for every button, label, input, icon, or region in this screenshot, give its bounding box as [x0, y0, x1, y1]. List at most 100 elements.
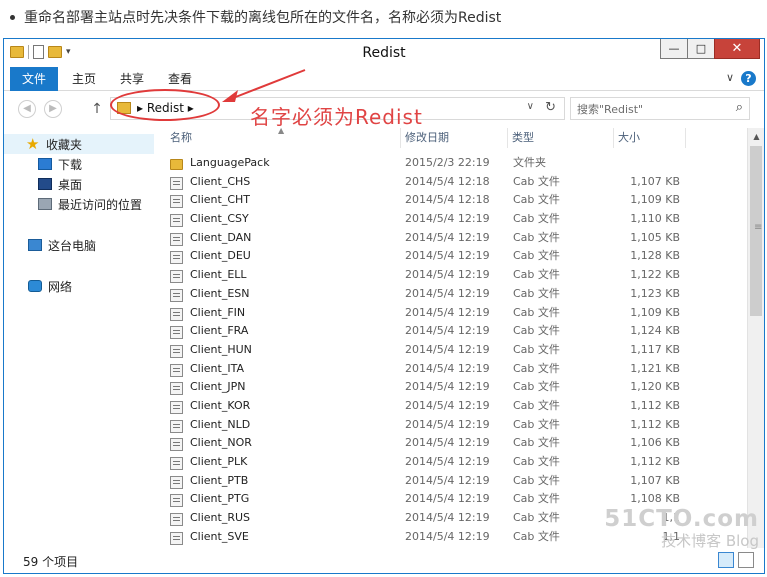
- table-row[interactable]: Client_CHS 2014/5/4 12:18 Cab 文件 1,107 KB: [154, 173, 744, 192]
- search-box[interactable]: ⌕: [570, 97, 750, 120]
- nav-favorites[interactable]: ★ 收藏夹: [4, 134, 154, 154]
- file-date: 2014/5/4 12:19: [405, 249, 490, 263]
- file-name: Client_HUN: [190, 342, 252, 356]
- help-icon[interactable]: ?: [741, 71, 756, 86]
- back-icon[interactable]: ◀: [18, 100, 36, 118]
- file-date: 2014/5/4 12:19: [405, 305, 490, 319]
- file-type: Cab 文件: [513, 174, 560, 188]
- nav-label: 网络: [48, 279, 73, 294]
- file-size: 1,105 KB: [630, 230, 680, 244]
- tab-share[interactable]: 共享: [108, 67, 156, 91]
- file-size: 1,120 KB: [630, 380, 680, 394]
- table-row[interactable]: Client_SVE 2014/5/4 12:19 Cab 文件 1,1: [154, 528, 744, 547]
- vertical-scrollbar[interactable]: ▲ ≡: [747, 128, 764, 548]
- scroll-up-icon[interactable]: ▲: [748, 128, 764, 145]
- tab-view[interactable]: 查看: [156, 67, 204, 91]
- cab-file-icon: [170, 457, 183, 470]
- star-icon: ★: [26, 134, 40, 153]
- table-row[interactable]: Client_RUS 2014/5/4 12:19 Cab 文件 1,1: [154, 509, 744, 528]
- desktop-icon: [38, 178, 52, 190]
- table-row[interactable]: Client_JPN 2014/5/4 12:19 Cab 文件 1,120 KB: [154, 378, 744, 397]
- table-row[interactable]: Client_PLK 2014/5/4 12:19 Cab 文件 1,112 KB: [154, 453, 744, 472]
- column-size[interactable]: 大小: [614, 128, 686, 148]
- column-type[interactable]: 类型: [508, 128, 614, 148]
- file-date: 2014/5/4 12:19: [405, 398, 490, 412]
- history-dropdown-icon[interactable]: ∨: [527, 101, 534, 112]
- file-date: 2014/5/4 12:19: [405, 492, 490, 506]
- file-type: Cab 文件: [513, 212, 560, 226]
- file-name: Client_FRA: [190, 324, 249, 338]
- nav-this-pc[interactable]: 这台电脑: [4, 235, 154, 255]
- file-date: 2014/5/4 12:19: [405, 342, 490, 356]
- table-row[interactable]: Client_PTB 2014/5/4 12:19 Cab 文件 1,107 KB: [154, 472, 744, 491]
- cab-file-icon: [170, 214, 183, 228]
- nav-downloads[interactable]: 下载: [4, 154, 154, 174]
- nav-network[interactable]: 网络: [4, 276, 154, 296]
- maximize-button[interactable]: □: [687, 39, 715, 59]
- cab-file-icon: [170, 251, 183, 265]
- cab-file-icon: [170, 344, 183, 358]
- file-name: Client_RUS: [190, 511, 251, 525]
- cab-file-icon: [170, 270, 183, 284]
- nav-recent[interactable]: 最近访问的位置: [4, 194, 154, 214]
- window-controls: — □ ✕: [660, 39, 760, 59]
- cab-file-icon: [170, 363, 183, 377]
- nav-label: 最近访问的位置: [58, 197, 143, 212]
- file-type: Cab 文件: [513, 511, 560, 525]
- table-row[interactable]: Client_DAN 2014/5/4 12:19 Cab 文件 1,105 KB: [154, 229, 744, 248]
- cab-file-icon: [170, 326, 183, 340]
- grip-icon: ≡: [754, 222, 763, 233]
- file-type: 文件夹: [513, 156, 546, 169]
- file-date: 2014/5/4 12:19: [405, 286, 490, 300]
- table-row[interactable]: Client_HUN 2014/5/4 12:19 Cab 文件 1,117 KB: [154, 341, 744, 360]
- search-icon[interactable]: ⌕: [736, 100, 743, 115]
- table-row[interactable]: Client_CSY 2014/5/4 12:19 Cab 文件 1,110 KB: [154, 210, 744, 229]
- minimize-button[interactable]: —: [660, 39, 688, 59]
- item-count: 59 个项目: [23, 555, 79, 569]
- file-type: Cab 文件: [513, 529, 560, 543]
- file-name: Client_CHT: [190, 193, 251, 207]
- table-row[interactable]: Client_CHT 2014/5/4 12:18 Cab 文件 1,109 KB: [154, 191, 744, 210]
- forward-icon[interactable]: ▶: [44, 100, 62, 118]
- large-icons-view-icon[interactable]: [738, 552, 754, 568]
- search-input[interactable]: [577, 99, 727, 119]
- file-name: Client_CHS: [190, 174, 251, 188]
- table-row[interactable]: Client_ESN 2014/5/4 12:19 Cab 文件 1,123 KB: [154, 285, 744, 304]
- file-type: Cab 文件: [513, 436, 560, 450]
- details-view-icon[interactable]: [718, 552, 734, 568]
- table-row[interactable]: LanguagePack 2015/2/3 22:19 文件夹: [154, 154, 744, 173]
- table-row[interactable]: Client_PTG 2014/5/4 12:19 Cab 文件 1,108 KB: [154, 490, 744, 509]
- table-row[interactable]: Client_ITA 2014/5/4 12:19 Cab 文件 1,121 KB: [154, 360, 744, 379]
- table-row[interactable]: Client_KOR 2014/5/4 12:19 Cab 文件 1,112 KB: [154, 397, 744, 416]
- nav-desktop[interactable]: 桌面: [4, 174, 154, 194]
- file-date: 2015/2/3 22:19: [405, 156, 490, 169]
- file-size: 1,110 KB: [630, 212, 680, 226]
- file-name: Client_SVE: [190, 529, 249, 543]
- file-type: Cab 文件: [513, 361, 560, 375]
- folder-icon: [170, 159, 183, 170]
- file-type: Cab 文件: [513, 286, 560, 300]
- tab-file[interactable]: 文件: [10, 67, 58, 91]
- table-row[interactable]: Client_NOR 2014/5/4 12:19 Cab 文件 1,106 KB: [154, 434, 744, 453]
- file-name: Client_ESN: [190, 286, 250, 300]
- file-type: Cab 文件: [513, 249, 560, 263]
- file-type: Cab 文件: [513, 398, 560, 412]
- table-row[interactable]: Client_DEU 2014/5/4 12:19 Cab 文件 1,128 KB: [154, 247, 744, 266]
- scrollbar-thumb[interactable]: ≡: [750, 146, 762, 316]
- cab-file-icon: [170, 419, 183, 433]
- close-button[interactable]: ✕: [714, 39, 760, 59]
- tab-home[interactable]: 主页: [60, 67, 108, 91]
- table-row[interactable]: Client_FIN 2014/5/4 12:19 Cab 文件 1,109 KB: [154, 304, 744, 323]
- expand-ribbon-icon[interactable]: ∨: [726, 71, 734, 84]
- column-date[interactable]: 修改日期: [401, 128, 508, 148]
- table-row[interactable]: Client_NLD 2014/5/4 12:19 Cab 文件 1,112 KB: [154, 416, 744, 435]
- file-name: Client_PTG: [190, 492, 250, 506]
- network-icon: [28, 280, 42, 292]
- table-row[interactable]: Client_FRA 2014/5/4 12:19 Cab 文件 1,124 KB: [154, 322, 744, 341]
- breadcrumb[interactable]: ▸ Redist ▸: [137, 101, 194, 115]
- table-row[interactable]: Client_ELL 2014/5/4 12:19 Cab 文件 1,122 KB: [154, 266, 744, 285]
- refresh-icon[interactable]: ↻: [545, 100, 556, 115]
- cab-file-icon: [170, 176, 183, 190]
- column-name[interactable]: 名称: [166, 128, 401, 148]
- up-icon[interactable]: ↑: [88, 100, 106, 118]
